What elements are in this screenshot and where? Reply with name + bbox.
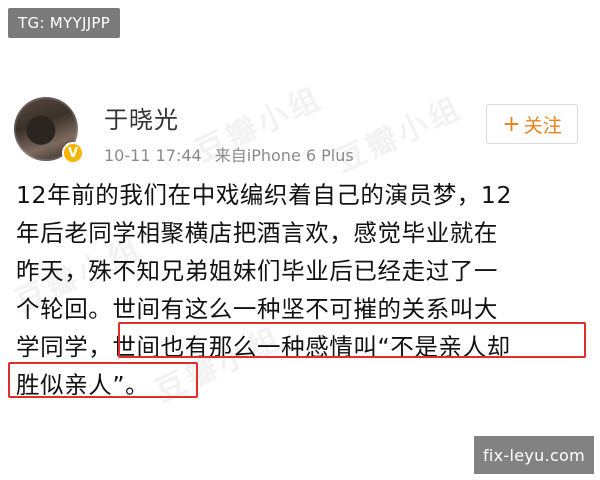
plus-icon: +	[502, 111, 521, 137]
post-line: 胜似亲人”。	[16, 371, 150, 399]
tag-label: TG: MYYJJPP	[8, 8, 121, 38]
post-timestamp: 10-11 17:44	[104, 146, 202, 165]
follow-button[interactable]: + 关注	[486, 104, 578, 144]
follow-button-label: 关注	[523, 114, 562, 137]
post-line: 个轮回。世间有这么一种坚不可摧的关系叫大	[16, 295, 498, 323]
post-line: 12年前的我们在中戏编织着自己的演员梦，12	[16, 181, 513, 209]
post-source: 来自iPhone 6 Plus	[214, 146, 354, 165]
verified-badge-icon: V	[62, 142, 84, 164]
post-content: 12年前的我们在中戏编织着自己的演员梦，12 年后老同学相聚横店把酒言欢，感觉毕…	[16, 176, 588, 404]
weibo-post-card: 豆瓣小组 豆瓣小组 豆瓣小组 豆瓣小组 V 于晓光 10-11 17:44 来自…	[0, 80, 600, 410]
post-line: 昨天，殊不知兄弟姐妹们毕业后已经走过了一	[16, 257, 498, 285]
post-line: 学同学，世间也有那么一种感情叫“不是亲人却	[16, 333, 511, 361]
post-meta: 10-11 17:44 来自iPhone 6 Plus	[104, 142, 362, 166]
watermark: 豆瓣小组	[330, 90, 469, 180]
post-line: 年后老同学相聚横店把酒言欢，感觉毕业就在	[16, 219, 498, 247]
username[interactable]: 于晓光	[104, 100, 179, 135]
site-badge: fix-leyu.com	[474, 436, 594, 474]
